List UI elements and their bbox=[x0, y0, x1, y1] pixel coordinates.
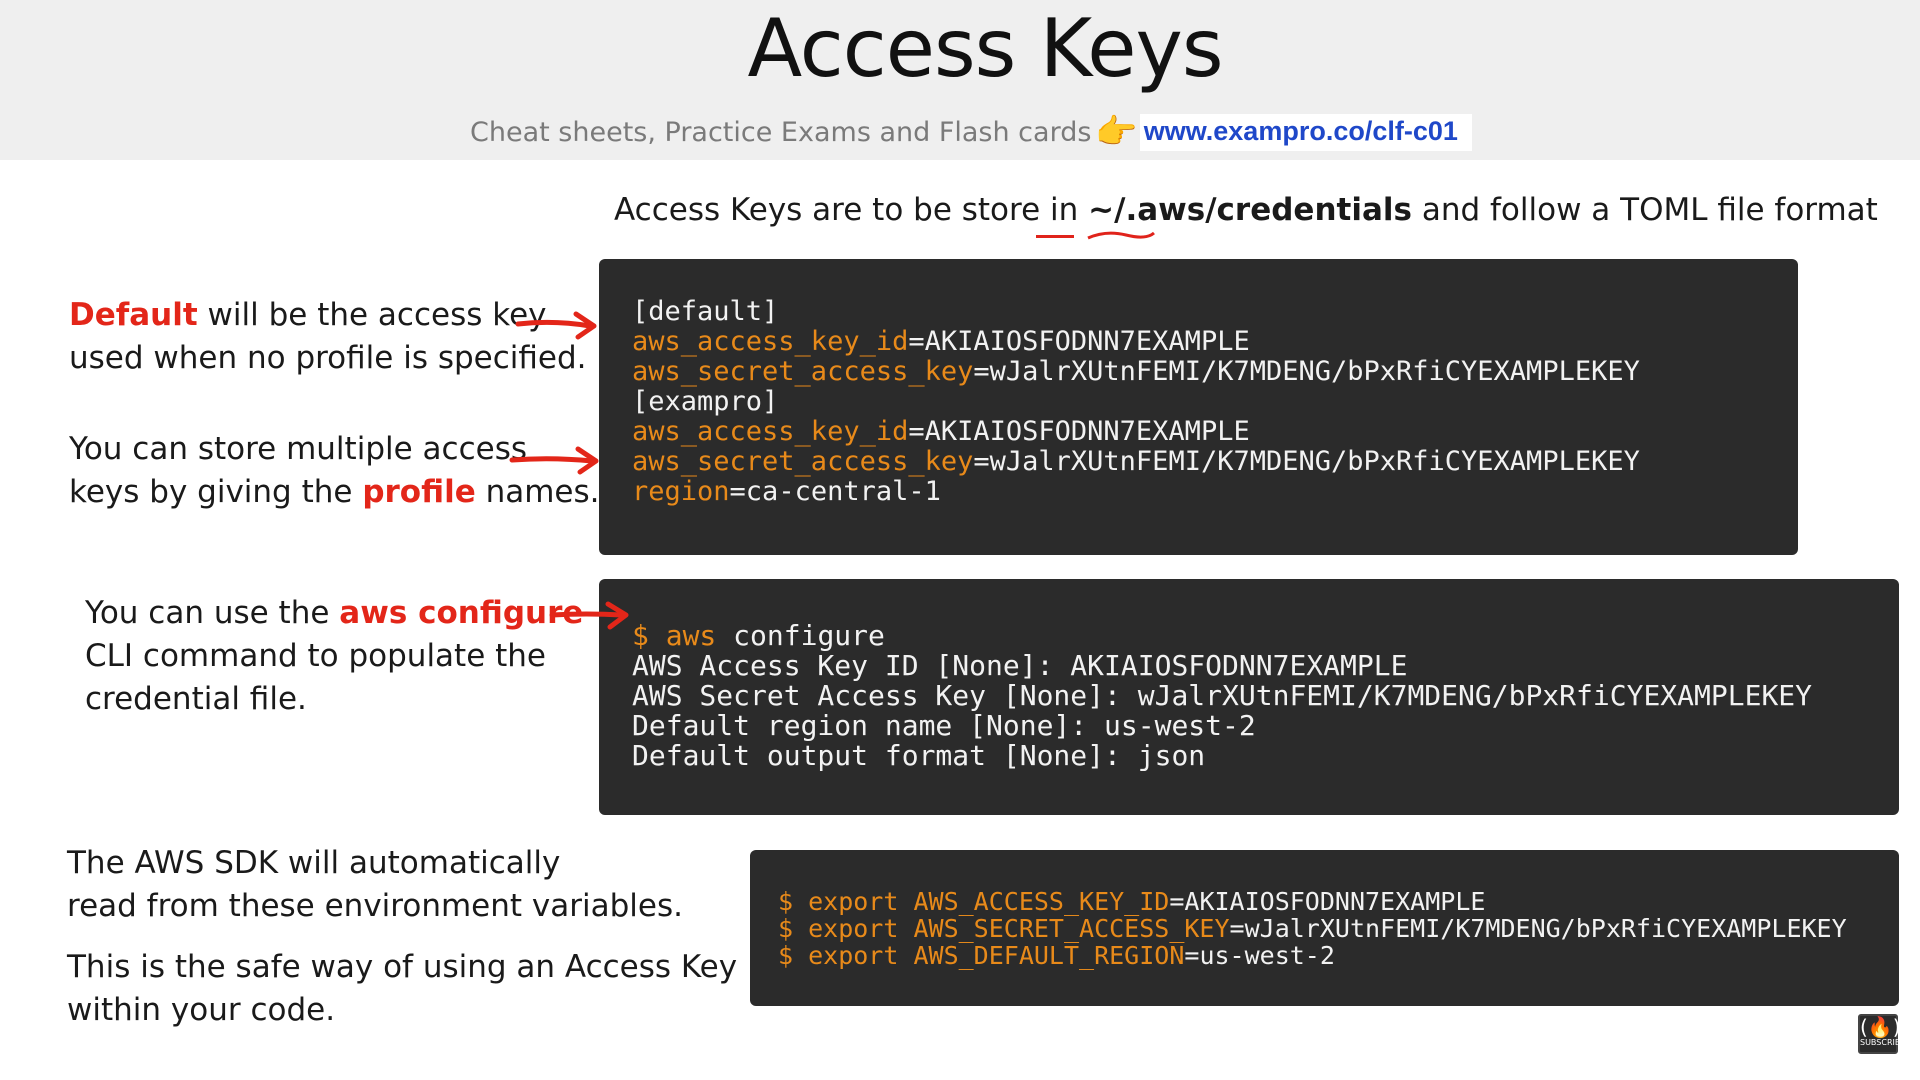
configure-line2: CLI command to populate the bbox=[85, 638, 547, 674]
safe-way-annotation: This is the safe way of using an Access … bbox=[67, 946, 737, 1032]
profile-highlight: profile bbox=[362, 474, 476, 510]
env-line: $ export AWS_DEFAULT_REGION=us-west-2 bbox=[778, 942, 1899, 969]
configure-output-line: AWS Secret Access Key [None]: wJalrXUtnF… bbox=[632, 679, 1813, 712]
configure-output-line: Default output format [None]: json bbox=[632, 739, 1206, 772]
configure-line1-prefix: You can use the bbox=[85, 595, 340, 631]
credential-key: aws_secret_access_key bbox=[632, 446, 974, 477]
credentials-line: aws_access_key_id=AKIAIOSFODNN7EXAMPLE bbox=[632, 417, 1798, 447]
exampro-link[interactable]: www.exampro.co/clf-c01 bbox=[1139, 113, 1472, 151]
env-line: $ export AWS_SECRET_ACCESS_KEY=wJalrXUtn… bbox=[778, 915, 1899, 942]
credentials-line: aws_secret_access_key=wJalrXUtnFEMI/K7MD… bbox=[632, 357, 1798, 387]
configure-prompt: $ aws bbox=[632, 619, 717, 652]
env-lines: $ export AWS_ACCESS_KEY_ID=AKIAIOSFODNN7… bbox=[778, 888, 1899, 969]
credentials-line: region=ca-central-1 bbox=[632, 477, 1798, 507]
sdk-line1: The AWS SDK will automatically bbox=[67, 845, 561, 881]
slide-title: Access Keys bbox=[747, 2, 1223, 95]
configure-command-line: $ aws configure bbox=[632, 621, 1899, 651]
profiles-line2-suffix: names. bbox=[475, 474, 600, 510]
aws-underline bbox=[1087, 231, 1155, 240]
sdk-annotation: The AWS SDK will automatically read from… bbox=[67, 842, 683, 928]
credential-value: =wJalrXUtnFEMI/K7MDENG/bPxRfiCYEXAMPLEKE… bbox=[973, 446, 1640, 477]
configure-annotation: You can use the aws configure CLI comman… bbox=[85, 592, 583, 721]
env-value: =wJalrXUtnFEMI/K7MDENG/bPxRfiCYEXAMPLEKE… bbox=[1229, 914, 1847, 943]
credential-value: [exampro] bbox=[632, 386, 779, 417]
env-value: =AKIAIOSFODNN7EXAMPLE bbox=[1169, 887, 1486, 916]
configure-output-line: AWS Access Key ID [None]: AKIAIOSFODNN7E… bbox=[632, 649, 1408, 682]
freecodecamp-icon: (🔥) bbox=[1860, 1015, 1901, 1039]
profiles-line2-prefix: keys by giving the bbox=[69, 474, 363, 510]
slide-header: Access Keys Cheat sheets, Practice Exams… bbox=[0, 0, 1920, 160]
subtitle-text: Cheat sheets, Practice Exams and Flash c… bbox=[470, 116, 1092, 148]
credentials-line: [exampro] bbox=[632, 387, 1798, 417]
credential-value: =AKIAIOSFODNN7EXAMPLE bbox=[908, 326, 1250, 357]
default-highlight: Default bbox=[69, 297, 198, 333]
tilde-underline bbox=[1036, 235, 1074, 238]
default-line1: will be the access key bbox=[197, 297, 547, 333]
configure-line3: credential file. bbox=[85, 681, 307, 717]
env-line: $ export AWS_ACCESS_KEY_ID=AKIAIOSFODNN7… bbox=[778, 888, 1899, 915]
default-arrow bbox=[515, 311, 597, 340]
credentials-line: aws_access_key_id=AKIAIOSFODNN7EXAMPLE bbox=[632, 327, 1798, 357]
intro-text: Access Keys are to be store in ~/.aws/cr… bbox=[614, 192, 1878, 228]
credential-value: [default] bbox=[632, 296, 779, 327]
credential-value: =wJalrXUtnFEMI/K7MDENG/bPxRfiCYEXAMPLEKE… bbox=[973, 356, 1640, 387]
configure-output-lines: AWS Access Key ID [None]: AKIAIOSFODNN7E… bbox=[632, 651, 1899, 771]
credential-value: =ca-central-1 bbox=[729, 476, 941, 507]
credential-key: region bbox=[632, 476, 730, 507]
pointing-hand-icon: 👉 bbox=[1095, 112, 1138, 152]
intro-suffix: and follow a TOML file format bbox=[1411, 192, 1878, 228]
subtitle-row: Cheat sheets, Practice Exams and Flash c… bbox=[470, 112, 1472, 152]
credential-key: aws_secret_access_key bbox=[632, 356, 974, 387]
env-export: $ export AWS_SECRET_ACCESS_KEY bbox=[778, 914, 1230, 943]
default-line2: used when no profile is specified. bbox=[69, 340, 587, 376]
subscribe-badge[interactable]: (🔥) SUBSCRIBE bbox=[1858, 1014, 1905, 1054]
aws-configure-highlight: aws configure bbox=[339, 595, 584, 631]
env-export: $ export AWS_ACCESS_KEY_ID bbox=[778, 887, 1170, 916]
credentials-line: [default] bbox=[632, 297, 1798, 327]
sdk-line4: within your code. bbox=[67, 992, 336, 1028]
sdk-line3: This is the safe way of using an Access … bbox=[67, 949, 738, 985]
configure-command: configure bbox=[716, 619, 885, 652]
subscribe-label: SUBSCRIBE bbox=[1860, 1038, 1906, 1047]
default-annotation: Default will be the access key used when… bbox=[69, 294, 587, 380]
profiles-arrow bbox=[509, 446, 599, 475]
intro-prefix: Access Keys are to be store in bbox=[614, 192, 1089, 228]
configure-arrow bbox=[549, 601, 629, 630]
credentials-path: ~/.aws/credentials bbox=[1088, 192, 1412, 228]
env-export: $ export AWS_DEFAULT_REGION bbox=[778, 941, 1185, 970]
sdk-line2: read from these environment variables. bbox=[67, 888, 683, 924]
credential-key: aws_access_key_id bbox=[632, 326, 909, 357]
configure-terminal-block: $ aws configure AWS Access Key ID [None]… bbox=[599, 579, 1899, 815]
configure-output-line: Default region name [None]: us-west-2 bbox=[632, 709, 1256, 742]
credential-value: =AKIAIOSFODNN7EXAMPLE bbox=[908, 416, 1250, 447]
env-value: =us-west-2 bbox=[1184, 941, 1335, 970]
credentials-file-block: [default] aws_access_key_id=AKIAIOSFODNN7… bbox=[599, 259, 1798, 555]
credentials-line: aws_secret_access_key=wJalrXUtnFEMI/K7MD… bbox=[632, 447, 1798, 477]
credentials-lines: [default] aws_access_key_id=AKIAIOSFODNN7… bbox=[632, 297, 1798, 507]
env-vars-block: $ export AWS_ACCESS_KEY_ID=AKIAIOSFODNN7… bbox=[750, 850, 1899, 1006]
credential-key: aws_access_key_id bbox=[632, 416, 909, 447]
